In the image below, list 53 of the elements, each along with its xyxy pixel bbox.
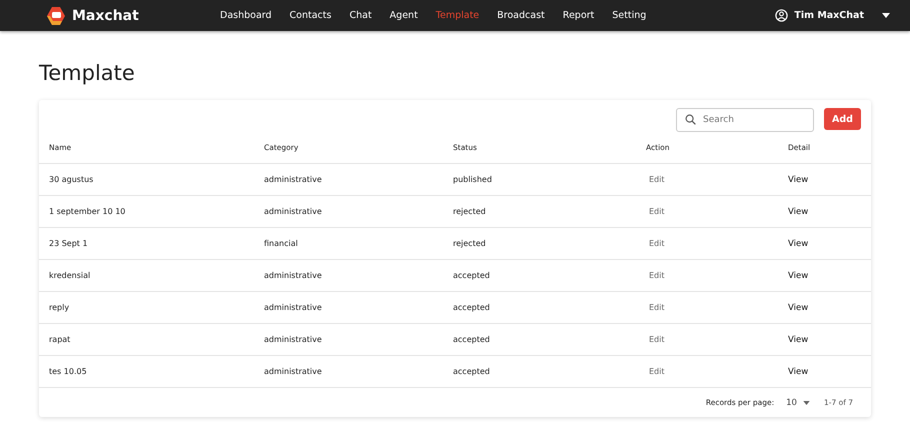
table-cell: financial — [264, 239, 298, 248]
logo-icon — [46, 6, 66, 26]
edit-link[interactable]: Edit — [649, 239, 664, 248]
table-cell: administrative — [264, 175, 322, 184]
table-cell: 30 agustus — [49, 175, 94, 184]
view-link[interactable]: View — [788, 174, 808, 184]
table-cell: 1 september 10 10 — [49, 207, 126, 216]
table-cell: administrative — [264, 271, 322, 280]
user-name[interactable]: Tim MaxChat — [794, 10, 864, 21]
view-link[interactable]: View — [788, 270, 808, 280]
view-link[interactable]: View — [788, 366, 808, 376]
table-cell: accepted — [453, 335, 490, 344]
table-cell: accepted — [453, 271, 490, 280]
table-cell: rejected — [453, 239, 486, 248]
nav-link[interactable]: Setting — [603, 10, 656, 21]
per-page-select[interactable]: 10 — [786, 398, 810, 408]
table-cell: administrative — [264, 335, 322, 344]
table-cell: accepted — [453, 303, 490, 312]
caret-icon[interactable] — [882, 13, 890, 18]
nav-link[interactable]: Report — [554, 10, 604, 21]
add-button[interactable]: Add — [824, 108, 861, 130]
table-cell: tes 10.05 — [49, 367, 87, 376]
nav-link[interactable]: Chat — [340, 10, 381, 21]
table-cell: administrative — [264, 303, 322, 312]
table-cell: accepted — [453, 367, 490, 376]
nav-link[interactable]: Template — [426, 10, 488, 21]
table-cell: kredensial — [49, 271, 90, 280]
view-link[interactable]: View — [788, 206, 808, 216]
table-cell: rapat — [49, 335, 70, 344]
edit-link[interactable]: Edit — [649, 303, 664, 312]
view-link[interactable]: View — [788, 238, 808, 248]
table-cell: administrative — [264, 367, 322, 376]
view-link[interactable]: View — [788, 334, 808, 344]
table-cell: rejected — [453, 207, 486, 216]
edit-link[interactable]: Edit — [649, 175, 664, 184]
table-cell: administrative — [264, 207, 322, 216]
nav-link[interactable]: Contacts — [280, 10, 340, 21]
table-cell: published — [453, 175, 492, 184]
view-link[interactable]: View — [788, 302, 808, 312]
nav-link[interactable]: Agent — [380, 10, 427, 21]
caret-icon — [802, 400, 810, 404]
edit-link[interactable]: Edit — [649, 207, 664, 216]
table-cell: reply — [49, 303, 70, 312]
edit-link[interactable]: Edit — [649, 335, 664, 344]
app-name: Maxchat — [72, 8, 139, 24]
search-field[interactable]: Search — [676, 108, 814, 132]
nav-link[interactable]: Broadcast — [488, 10, 554, 21]
edit-link[interactable]: Edit — [649, 271, 664, 280]
user-icon — [775, 9, 788, 22]
nav-link[interactable]: Dashboard — [211, 10, 281, 21]
page-title: Template — [39, 60, 136, 87]
table-cell: 23 Sept 1 — [49, 239, 88, 248]
edit-link[interactable]: Edit — [649, 367, 664, 376]
